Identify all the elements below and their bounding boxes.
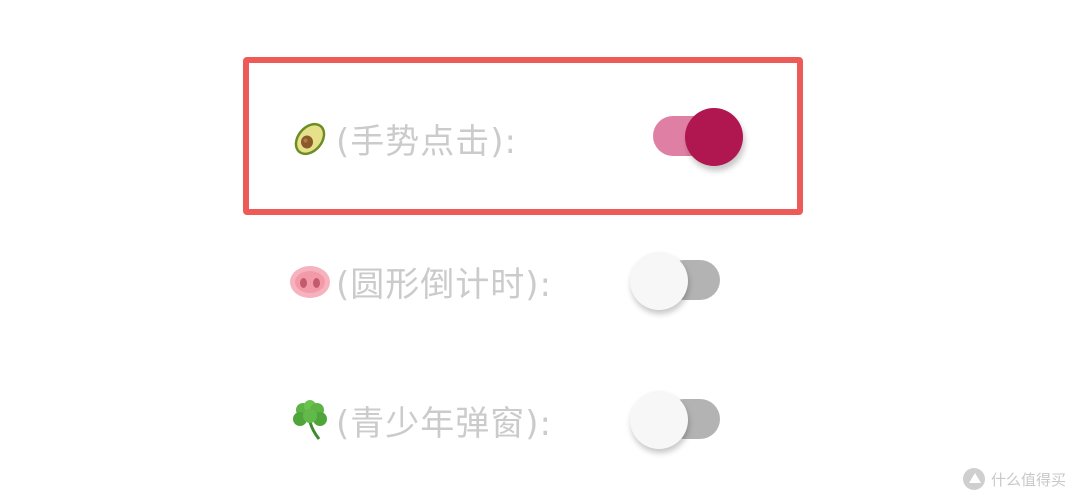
shamrock-icon bbox=[288, 398, 332, 442]
toggle-knob bbox=[685, 108, 743, 166]
setting-label: (圆形倒计时): bbox=[336, 264, 552, 305]
setting-row-gesture-tap: (手势点击): bbox=[288, 108, 517, 168]
gesture-tap-toggle[interactable] bbox=[653, 106, 745, 166]
watermark-text: 什么值得买 bbox=[990, 470, 1066, 489]
toggle-knob bbox=[630, 391, 688, 449]
setting-row-circular-countdown: (圆形倒计时): bbox=[288, 251, 552, 311]
setting-label: (手势点击): bbox=[336, 121, 517, 162]
teen-popup-toggle[interactable] bbox=[630, 389, 722, 449]
circular-countdown-toggle[interactable] bbox=[630, 250, 722, 310]
watermark: 什么值得买 bbox=[962, 468, 1066, 490]
pig-nose-icon bbox=[288, 259, 332, 303]
setting-row-teen-popup: (青少年弹窗): bbox=[288, 390, 552, 450]
smzdm-logo-icon bbox=[962, 468, 985, 490]
avocado-icon bbox=[288, 116, 332, 160]
setting-label: (青少年弹窗): bbox=[336, 403, 552, 444]
toggle-knob bbox=[630, 252, 688, 310]
